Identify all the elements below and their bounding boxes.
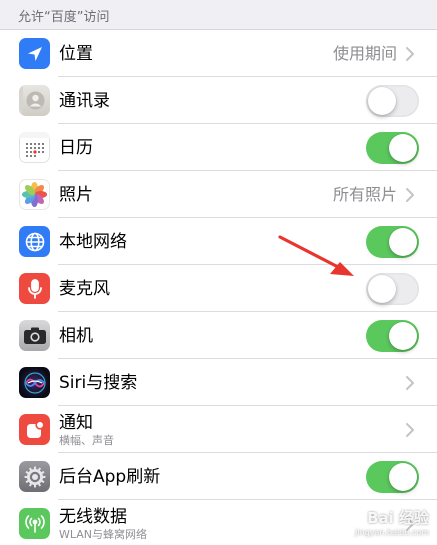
row-label: 照片 bbox=[59, 184, 93, 205]
row-label: Siri与搜索 bbox=[59, 372, 138, 393]
location-arrow-icon bbox=[19, 38, 50, 69]
row-contacts[interactable]: 通讯录 bbox=[0, 77, 437, 124]
chevron-right-icon bbox=[406, 47, 414, 61]
contacts-toggle[interactable] bbox=[366, 85, 419, 117]
row-label: 无线数据 bbox=[59, 506, 127, 527]
row-label: 麦克风 bbox=[59, 278, 110, 299]
contacts-icon bbox=[19, 85, 50, 116]
row-location[interactable]: 位置 使用期间 bbox=[0, 30, 437, 77]
row-photos[interactable]: 照片 所有照片 bbox=[0, 171, 437, 218]
calendar-icon bbox=[19, 132, 50, 163]
camera-icon bbox=[19, 320, 50, 351]
row-label: 本地网络 bbox=[59, 231, 127, 252]
photos-value: 所有照片 bbox=[332, 185, 397, 204]
globe-icon bbox=[19, 226, 50, 257]
row-label: 通讯录 bbox=[59, 90, 110, 111]
row-microphone[interactable]: 麦克风 bbox=[0, 265, 437, 312]
annotation-arrow bbox=[278, 235, 354, 276]
photos-icon bbox=[19, 179, 50, 210]
row-sublabel: 横幅、声音 bbox=[59, 433, 114, 447]
row-label: 相机 bbox=[59, 325, 93, 346]
microphone-icon bbox=[19, 273, 50, 304]
row-label: 日历 bbox=[59, 137, 93, 158]
row-background-refresh[interactable]: 后台App刷新 bbox=[0, 453, 437, 500]
row-calendar[interactable]: 日历 bbox=[0, 124, 437, 171]
row-notifications[interactable]: 通知 横幅、声音 bbox=[0, 406, 437, 453]
row-siri[interactable]: Siri与搜索 bbox=[0, 359, 437, 406]
chevron-right-icon bbox=[406, 423, 414, 437]
row-label: 位置 bbox=[59, 43, 93, 64]
permissions-list: 位置 使用期间 通讯录 日历 照片 所有照片 本地网络 麦克风 相机 Siri与… bbox=[0, 29, 437, 545]
section-header: 允许“百度”访问 bbox=[18, 10, 110, 25]
local-network-toggle[interactable] bbox=[366, 226, 419, 258]
chevron-right-icon bbox=[406, 376, 414, 390]
background-refresh-toggle[interactable] bbox=[366, 461, 419, 493]
gear-icon bbox=[19, 461, 50, 492]
watermark-text: Bai 经验 bbox=[367, 509, 429, 527]
microphone-toggle[interactable] bbox=[366, 273, 419, 305]
row-label: 通知 bbox=[59, 412, 93, 433]
notifications-icon bbox=[19, 414, 50, 445]
row-local-network[interactable]: 本地网络 bbox=[0, 218, 437, 265]
watermark: Bai 经验 jingyan.baidu.com bbox=[329, 497, 429, 537]
camera-toggle[interactable] bbox=[366, 320, 419, 352]
watermark-url: jingyan.baidu.com bbox=[355, 528, 429, 537]
chevron-right-icon bbox=[406, 188, 414, 202]
location-value: 使用期间 bbox=[332, 44, 397, 63]
row-sublabel: WLAN与蜂窝网络 bbox=[59, 527, 148, 541]
row-camera[interactable]: 相机 bbox=[0, 312, 437, 359]
calendar-toggle[interactable] bbox=[366, 132, 419, 164]
row-label: 后台App刷新 bbox=[59, 466, 161, 487]
siri-icon bbox=[19, 367, 50, 398]
permissions-screen: 允许“百度”访问 位置 使用期间 通讯录 日历 照片 所有照片 本地网络 麦克风… bbox=[0, 0, 437, 545]
cellular-antenna-icon bbox=[19, 508, 50, 539]
